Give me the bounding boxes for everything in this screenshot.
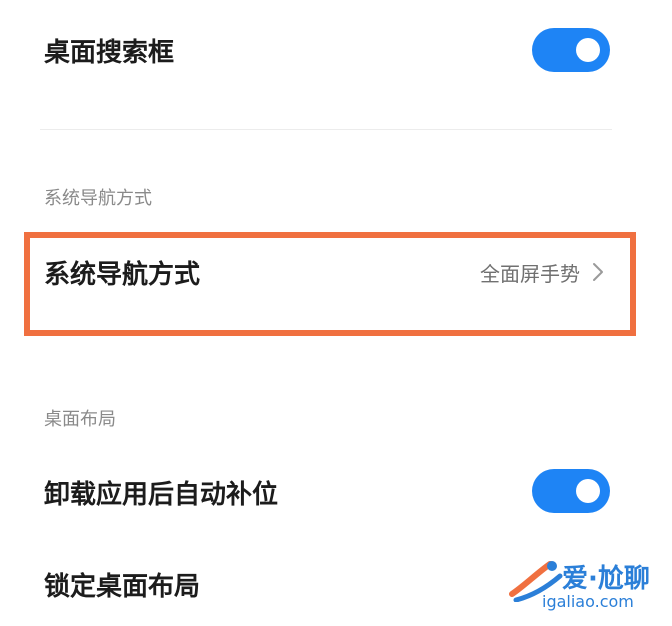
lock-layout-label: 锁定桌面布局 [44, 572, 201, 602]
toggle-knob [576, 38, 600, 62]
section-header-navigation: 系统导航方式 [44, 188, 152, 209]
highlight-box [24, 232, 636, 336]
auto-fill-label: 卸载应用后自动补位 [44, 480, 279, 510]
watermark: 爱·尬聊 igaliao.com [506, 556, 666, 618]
section-header-layout: 桌面布局 [44, 409, 116, 430]
watermark-url: igaliao.com [542, 592, 634, 611]
watermark-title: 爱·尬聊 [562, 564, 650, 594]
search-box-toggle[interactable] [532, 28, 610, 72]
toggle-knob [576, 479, 600, 503]
auto-fill-toggle[interactable] [532, 469, 610, 513]
divider [40, 129, 612, 130]
search-box-label: 桌面搜索框 [44, 38, 175, 68]
